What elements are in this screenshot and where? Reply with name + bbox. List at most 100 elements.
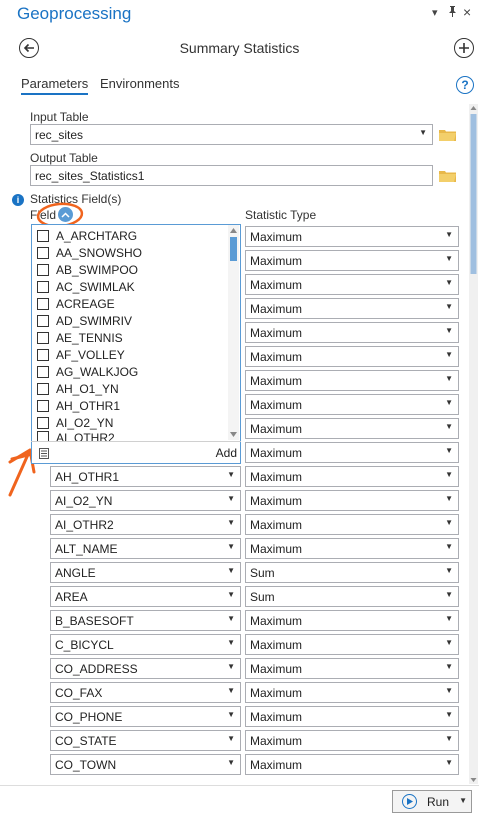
list-item[interactable]: AG_WALKJOG (32, 363, 227, 380)
pane-menu-icon[interactable]: ▾ (432, 6, 438, 19)
checkbox[interactable] (37, 348, 49, 361)
list-item[interactable]: AH_OTHR1 (32, 397, 227, 414)
tab-parameters[interactable]: Parameters (21, 76, 89, 95)
field-select[interactable]: CO_STATE ▼ (50, 730, 241, 751)
statistic-type-select[interactable]: Maximum ▼ (245, 370, 459, 391)
chevron-down-icon: ▼ (445, 638, 453, 647)
select-all-icon[interactable] (39, 448, 49, 462)
checkbox[interactable] (37, 365, 49, 378)
statistic-type-value: Maximum (250, 685, 303, 700)
statistic-type-select[interactable]: Maximum ▼ (245, 538, 459, 559)
list-item[interactable]: AF_VOLLEY (32, 346, 227, 363)
statistic-type-select[interactable]: Maximum ▼ (245, 418, 459, 439)
run-button[interactable]: Run ▼ (392, 790, 472, 813)
add-button[interactable]: Add (216, 446, 237, 460)
statistic-type-select[interactable]: Maximum ▼ (245, 250, 459, 271)
field-select[interactable]: CO_PHONE ▼ (50, 706, 241, 727)
field-value: CO_FAX (55, 685, 103, 700)
input-table-select[interactable]: rec_sites ▼ (30, 124, 433, 145)
list-scrollbar[interactable] (228, 225, 239, 440)
chevron-down-icon: ▼ (419, 128, 427, 137)
list-item[interactable]: AE_TENNIS (32, 329, 227, 346)
field-select[interactable]: CO_FAX ▼ (50, 682, 241, 703)
statistic-type-select[interactable]: Sum ▼ (245, 586, 459, 607)
statistic-type-select[interactable]: Maximum ▼ (245, 730, 459, 751)
checkbox[interactable] (37, 229, 49, 242)
list-item[interactable]: AA_SNOWSHO (32, 244, 227, 261)
checkbox[interactable] (37, 382, 49, 395)
list-item[interactable]: ACREAGE (32, 295, 227, 312)
checkbox[interactable] (37, 263, 49, 276)
add-button[interactable] (454, 38, 474, 58)
chevron-down-icon: ▼ (227, 518, 235, 527)
statistic-type-select[interactable]: Maximum ▼ (245, 274, 459, 295)
checkbox[interactable] (37, 246, 49, 259)
statistic-type-select[interactable]: Maximum ▼ (245, 514, 459, 535)
field-select[interactable]: C_BICYCL ▼ (50, 634, 241, 655)
chevron-down-icon[interactable]: ▼ (459, 796, 467, 805)
field-select[interactable]: AI_OTHR2 ▼ (50, 514, 241, 535)
output-table-input[interactable]: rec_sites_Statistics1 (30, 165, 433, 186)
statistic-type-select[interactable]: Maximum ▼ (245, 682, 459, 703)
list-item[interactable]: AB_SWIMPOO (32, 261, 227, 278)
browse-folder-icon[interactable] (439, 169, 456, 185)
statistic-type-value: Maximum (250, 421, 303, 436)
statistic-type-select[interactable]: Maximum ▼ (245, 490, 459, 511)
statistic-type-select[interactable]: Maximum ▼ (245, 298, 459, 319)
close-icon[interactable]: × (463, 4, 471, 20)
statistic-type-select[interactable]: Maximum ▼ (245, 442, 459, 463)
field-value: CO_ADDRESS (55, 661, 138, 676)
checkbox[interactable] (37, 280, 49, 293)
checkbox[interactable] (37, 416, 49, 429)
field-checklist[interactable]: A_ARCHTARG AA_SNOWSHO AB_SWIMPOO AC_SWIM… (31, 224, 241, 464)
checkbox[interactable] (37, 297, 49, 310)
field-value: AH_OTHR1 (55, 469, 120, 484)
list-item[interactable]: AD_SWIMRIV (32, 312, 227, 329)
list-item[interactable]: AH_O1_YN (32, 380, 227, 397)
tab-environments[interactable]: Environments (100, 76, 179, 91)
statistic-type-value: Maximum (250, 325, 303, 340)
statistic-type-select[interactable]: Maximum ▼ (245, 634, 459, 655)
statistic-type-select[interactable]: Maximum ▼ (245, 346, 459, 367)
field-select[interactable]: AREA ▼ (50, 586, 241, 607)
checkbox[interactable] (37, 431, 49, 441)
chevron-down-icon: ▼ (227, 614, 235, 623)
statistic-type-value: Maximum (250, 709, 303, 724)
field-select[interactable]: AH_OTHR1 ▼ (50, 466, 241, 487)
list-item[interactable]: AC_SWIMLAK (32, 278, 227, 295)
statistic-type-select[interactable]: Maximum ▼ (245, 610, 459, 631)
chevron-down-icon: ▼ (445, 302, 453, 311)
statistic-type-select[interactable]: Maximum ▼ (245, 706, 459, 727)
main-scrollbar[interactable] (469, 104, 478, 784)
field-select[interactable]: AI_O2_YN ▼ (50, 490, 241, 511)
statistic-type-select[interactable]: Maximum ▼ (245, 322, 459, 343)
chevron-down-icon: ▼ (445, 686, 453, 695)
field-select[interactable]: CO_ADDRESS ▼ (50, 658, 241, 679)
field-select[interactable]: CO_TOWN ▼ (50, 754, 241, 775)
checkbox[interactable] (37, 399, 49, 412)
help-icon[interactable]: ? (456, 76, 474, 94)
statistic-type-select[interactable]: Maximum ▼ (245, 754, 459, 775)
statistic-type-column-header: Statistic Type (245, 208, 317, 222)
statistic-type-select[interactable]: Maximum ▼ (245, 658, 459, 679)
field-select[interactable]: ALT_NAME ▼ (50, 538, 241, 559)
chevron-down-icon: ▼ (227, 758, 235, 767)
field-select[interactable]: ANGLE ▼ (50, 562, 241, 583)
field-select[interactable]: B_BASESOFT ▼ (50, 610, 241, 631)
pin-icon[interactable] (448, 6, 457, 20)
browse-folder-icon[interactable] (439, 128, 456, 144)
statistic-type-select[interactable]: Maximum ▼ (245, 226, 459, 247)
list-item[interactable]: A_ARCHTARG (32, 227, 227, 244)
field-value: ANGLE (55, 565, 96, 580)
field-value: AREA (55, 589, 88, 604)
output-table-label: Output Table (30, 151, 98, 165)
statistic-type-select[interactable]: Sum ▼ (245, 562, 459, 583)
list-item[interactable]: AI_O2_YN (32, 414, 227, 431)
statistic-type-value: Maximum (250, 541, 303, 556)
list-item[interactable]: AI_OTHR2 (32, 431, 227, 441)
statistic-type-select[interactable]: Maximum ▼ (245, 394, 459, 415)
statistic-type-select[interactable]: Maximum ▼ (245, 466, 459, 487)
checkbox[interactable] (37, 314, 49, 327)
checkbox[interactable] (37, 331, 49, 344)
tool-title: Summary Statistics (179, 40, 300, 56)
